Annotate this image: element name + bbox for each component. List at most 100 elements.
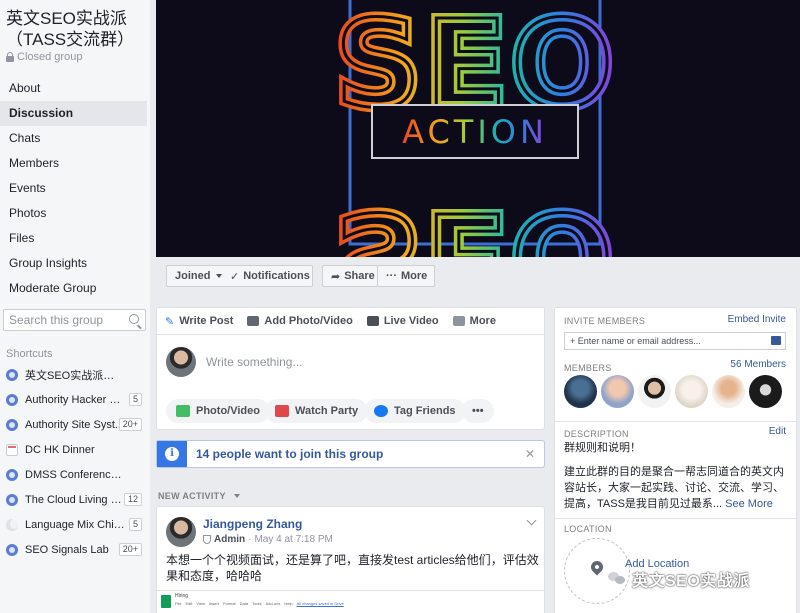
- description-header: DESCRIPTION: [564, 429, 629, 439]
- shortcut-item[interactable]: DC HK Dinner: [0, 437, 147, 462]
- group-description: 群规则和说明！ 建立此群的目的是聚合一帮志同道合的英文内容站长，大家一起实践、讨…: [564, 440, 789, 512]
- nav-item-events[interactable]: Events: [0, 176, 147, 201]
- map-pin-icon: [588, 558, 606, 576]
- new-activity-label: NEW ACTIVITY: [158, 491, 226, 501]
- wechat-logo-icon: [608, 572, 626, 586]
- seo-action-logo: SEO SEO SEO SEO ACTION: [156, 0, 800, 257]
- joined-button[interactable]: Joined: [166, 265, 232, 287]
- nav-item-group-insights[interactable]: Group Insights: [0, 251, 147, 276]
- invite-members-header: INVITE MEMBERS: [564, 316, 646, 326]
- post-time[interactable]: May 4 at 7:18 PM: [254, 534, 332, 545]
- watermark: 英文SEO实战派: [608, 565, 800, 593]
- watermark-text: 英文SEO实战派: [632, 573, 750, 590]
- cover-photo[interactable]: SEO SEO SEO SEO ACTION: [156, 0, 800, 257]
- see-more-link[interactable]: See More: [725, 498, 773, 510]
- button-label: Tag Friends: [394, 405, 456, 417]
- close-icon[interactable]: ✕: [525, 447, 535, 461]
- nav-item-chats[interactable]: Chats: [0, 126, 147, 151]
- invite-placeholder: + Enter name or email address...: [570, 336, 701, 346]
- member-avatar[interactable]: [564, 375, 597, 408]
- shortcut-item[interactable]: SEO Signals Lab 20+: [0, 537, 147, 562]
- shortcut-item[interactable]: Authority Hacker Pro 5: [0, 387, 147, 412]
- post-meta: Admin · May 4 at 7:18 PM: [203, 534, 333, 545]
- tab-live-video[interactable]: Live Video: [366, 315, 439, 327]
- members-count-link[interactable]: 56 Members: [730, 359, 786, 370]
- member-avatar[interactable]: [675, 375, 708, 408]
- new-activity-header[interactable]: NEW ACTIVITY: [158, 491, 240, 501]
- tab-add-photo-video[interactable]: Add Photo/Video: [247, 315, 353, 327]
- shortcut-label: DMSS Conference Co...: [25, 468, 125, 481]
- invite-member-input[interactable]: + Enter name or email address...: [564, 332, 786, 350]
- chevron-down-icon: [233, 494, 240, 498]
- spreadsheet-icon: [161, 595, 171, 608]
- nav-item-discussion[interactable]: Discussion: [0, 101, 147, 126]
- feed-post: Jiangpeng Zhang Admin · May 4 at 7:18 PM…: [156, 506, 545, 613]
- post-attachment[interactable]: Hiring File Edit View Insert Format Data…: [157, 590, 544, 613]
- join-requests-banner[interactable]: i 14 people want to join this group ✕: [156, 440, 545, 468]
- calendar-icon: [6, 443, 18, 456]
- shortcut-item[interactable]: 英文SEO实战派（TASS...: [0, 362, 147, 387]
- search-icon[interactable]: [129, 314, 139, 324]
- nav-item-photos[interactable]: Photos: [0, 201, 147, 226]
- cover-action-word: ACTION: [402, 113, 548, 151]
- member-avatar[interactable]: [638, 375, 671, 408]
- avatar[interactable]: [166, 517, 196, 547]
- join-requests-link[interactable]: 14 people want to join this group: [196, 447, 383, 461]
- shortcut-badge: 20+: [118, 418, 142, 431]
- group-privacy: Closed group: [6, 51, 82, 63]
- chevron-down-icon: [216, 274, 223, 278]
- member-avatar[interactable]: [749, 375, 782, 408]
- group-icon: [6, 543, 18, 556]
- shortcut-item[interactable]: Authority Site Syst... 20+: [0, 412, 147, 437]
- check-icon: ✓: [230, 270, 240, 283]
- composer-more-button[interactable]: •••: [462, 399, 494, 423]
- more-icon: [452, 316, 465, 326]
- share-icon: ➦: [331, 270, 341, 283]
- shortcut-item[interactable]: DMSS Conference Co...: [0, 462, 147, 487]
- ellipsis-icon: •••: [472, 405, 484, 417]
- group-icon: [6, 393, 18, 406]
- shortcut-item[interactable]: The Cloud Living C... 12: [0, 487, 147, 512]
- composer-placeholder: Write something...: [206, 355, 303, 369]
- photo-video-button[interactable]: Photo/Video: [166, 399, 270, 423]
- member-avatar[interactable]: [601, 375, 634, 408]
- watch-party-button[interactable]: Watch Party: [265, 399, 369, 423]
- more-label: More: [401, 270, 428, 282]
- info-icon: i: [165, 447, 179, 461]
- member-avatar[interactable]: [712, 375, 745, 408]
- share-label: Share: [344, 270, 375, 282]
- info-icon-box: i: [157, 441, 187, 467]
- composer-input-row[interactable]: Write something...: [166, 347, 302, 377]
- moon-icon: [6, 518, 18, 531]
- divider: [555, 518, 796, 519]
- attachment-title: Hiring: [175, 593, 189, 599]
- group-title[interactable]: 英文SEO实战派（TASS交流群）: [6, 8, 150, 50]
- shortcut-label: The Cloud Living C...: [25, 493, 125, 506]
- nav-item-moderate-group[interactable]: Moderate Group: [0, 276, 147, 301]
- nav-item-files[interactable]: Files: [0, 226, 147, 251]
- more-button[interactable]: ··· More: [377, 265, 435, 287]
- popcorn-icon: [275, 405, 289, 417]
- photo-icon: [176, 405, 190, 417]
- group-search-input[interactable]: Search this group: [3, 309, 146, 331]
- tab-more[interactable]: More: [452, 315, 496, 327]
- post-role: Admin: [214, 534, 246, 545]
- chevron-down-icon[interactable]: [526, 515, 537, 526]
- description-title: 群规则和说明！: [564, 442, 641, 454]
- group-icon: [6, 368, 18, 381]
- nav-item-about[interactable]: About: [0, 76, 147, 101]
- menu-item: Add-ons: [265, 601, 281, 606]
- post-text: 本想一个个视频面试，还是算了吧，直接发test articles给他们，评估效果…: [166, 553, 539, 583]
- message-icon[interactable]: [771, 336, 781, 345]
- embed-invite-link[interactable]: Embed Invite: [728, 314, 786, 325]
- tab-write-post[interactable]: ✎ Write Post: [165, 315, 233, 328]
- edit-description-link[interactable]: Edit: [769, 426, 786, 437]
- shortcut-item[interactable]: Language Mix China 5: [0, 512, 147, 537]
- tag-friends-button[interactable]: Tag Friends: [364, 399, 466, 423]
- notifications-button[interactable]: ✓ Notifications: [224, 265, 313, 287]
- tab-label: Live Video: [383, 315, 439, 327]
- post-author[interactable]: Jiangpeng Zhang: [203, 517, 302, 531]
- share-button[interactable]: ➦ Share: [322, 265, 378, 287]
- shortcut-label: DC HK Dinner: [25, 443, 95, 456]
- nav-item-members[interactable]: Members: [0, 151, 147, 176]
